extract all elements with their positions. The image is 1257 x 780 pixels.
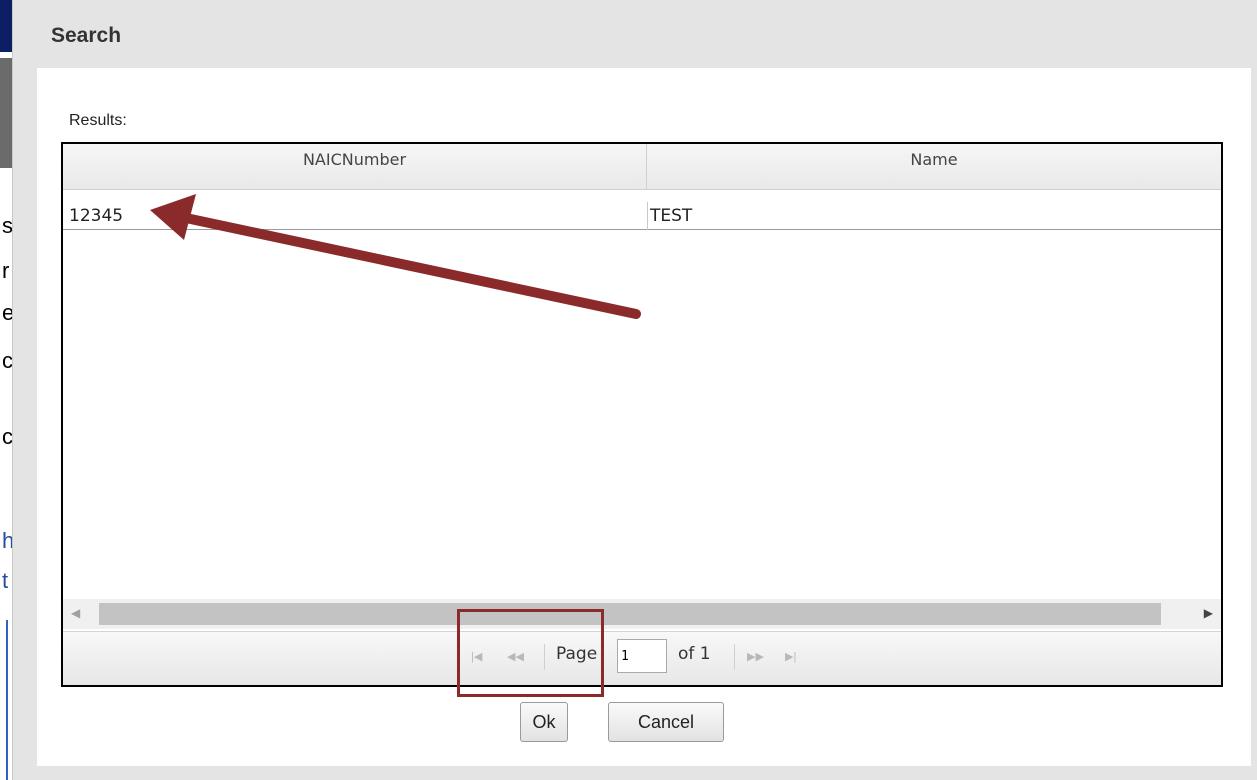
background-text-fragment: r <box>2 258 10 283</box>
pager-separator <box>544 644 545 670</box>
grid-header: NAICNumber Name <box>63 144 1221 190</box>
horizontal-scrollbar[interactable]: ◀ ▶ <box>63 599 1221 629</box>
results-label: Results: <box>69 112 127 129</box>
page-count-label: of 1 <box>678 644 711 664</box>
background-page-header <box>0 0 12 52</box>
next-page-icon[interactable]: ▶▶ <box>747 650 764 663</box>
background-page-panel <box>0 58 12 168</box>
cell-naic-number[interactable]: 12345 <box>69 202 645 230</box>
background-border <box>6 620 8 780</box>
column-header-naic-number[interactable]: NAICNumber <box>63 144 647 190</box>
results-grid: NAICNumber Name 12345 TEST ◀ ▶ |◀ ◀◀ Pag… <box>61 142 1223 687</box>
last-page-icon[interactable]: ▶| <box>785 650 796 663</box>
search-dialog: Search Results: NAICNumber Name 12345 TE… <box>12 0 1257 780</box>
table-row[interactable]: 12345 TEST <box>63 202 1221 230</box>
dialog-title: Search <box>51 24 122 47</box>
page-number-input[interactable] <box>617 639 667 673</box>
first-page-icon[interactable]: |◀ <box>471 650 482 663</box>
pager: |◀ ◀◀ Page of 1 ▶▶ ▶| <box>63 631 1221 685</box>
scrollbar-thumb[interactable] <box>99 603 1161 625</box>
ok-button[interactable]: Ok <box>520 702 568 742</box>
scroll-left-icon[interactable]: ◀ <box>71 606 80 620</box>
pager-separator <box>734 644 735 670</box>
dialog-body: Results: NAICNumber Name 12345 TEST ◀ ▶ … <box>37 68 1251 766</box>
column-header-name[interactable]: Name <box>647 144 1221 190</box>
page-label: Page <box>556 644 598 664</box>
previous-page-icon[interactable]: ◀◀ <box>507 650 524 663</box>
cell-name[interactable]: TEST <box>647 202 1221 230</box>
cancel-button[interactable]: Cancel <box>608 702 724 742</box>
background-link-fragment: t <box>2 568 9 593</box>
scroll-right-icon[interactable]: ▶ <box>1204 606 1213 620</box>
